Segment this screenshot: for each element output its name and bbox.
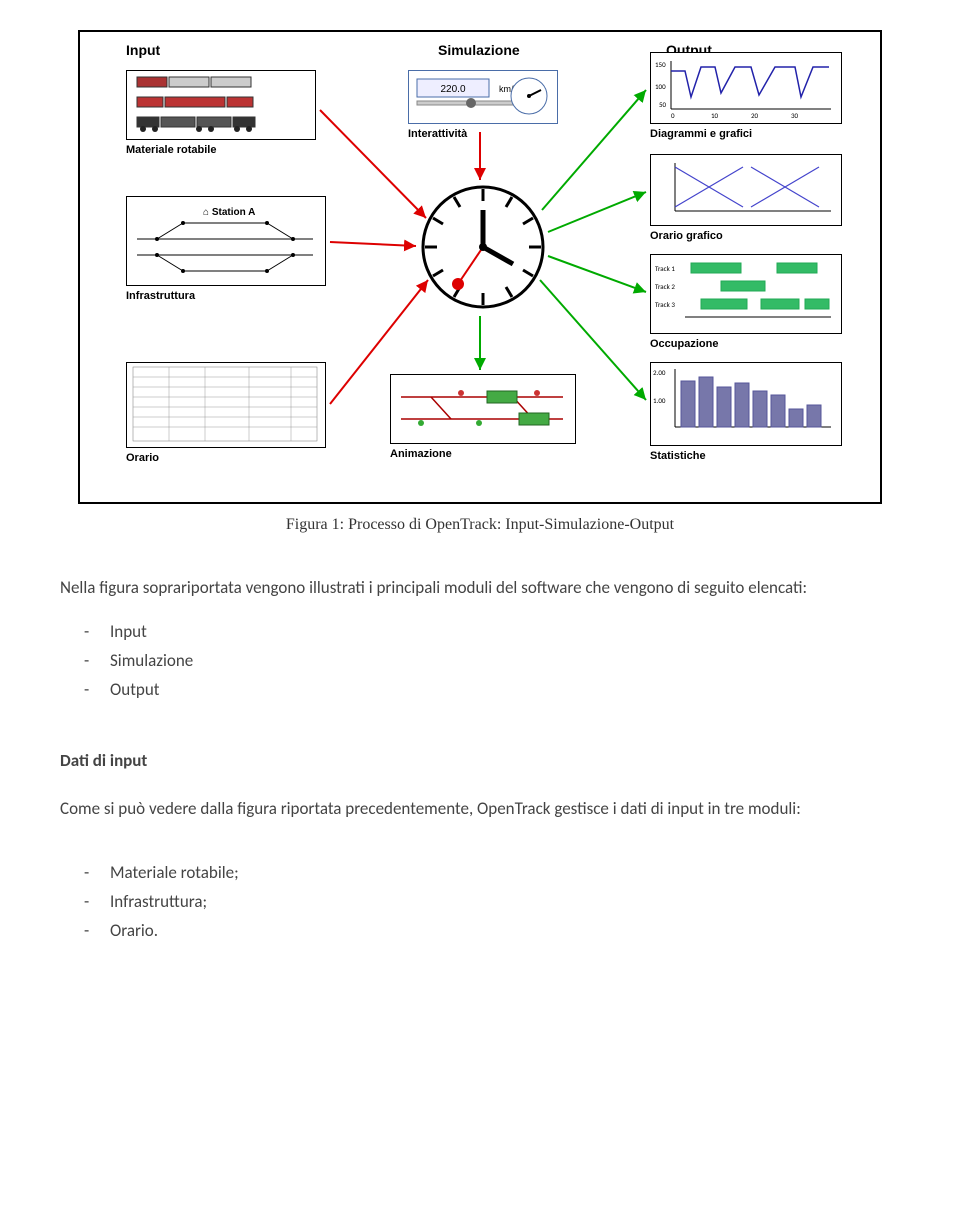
list-item: Output	[110, 679, 900, 700]
train-icon	[127, 71, 313, 137]
label-interactivity: Interattività	[408, 128, 467, 140]
box-statistics: 2.00 1.00	[650, 362, 842, 446]
svg-text:100: 100	[655, 82, 666, 91]
list-item: Input	[110, 621, 900, 642]
box-interactivity: 220.0 km/h	[408, 70, 558, 124]
svg-text:Track 1: Track 1	[655, 264, 675, 273]
box-timetable	[126, 362, 326, 448]
list-item: Orario.	[110, 920, 900, 941]
box-diagrams: 150 100 50 0 10 20 30	[650, 52, 842, 124]
list-item: Materiale rotabile;	[110, 862, 900, 883]
label-graphic-tt: Orario grafico	[650, 230, 723, 242]
gantt-icon: Track 1 Track 2 Track 3	[651, 255, 839, 331]
figure-caption: Figura 1: Processo di OpenTrack: Input-S…	[60, 516, 900, 534]
svg-text:150: 150	[655, 60, 666, 69]
svg-text:30: 30	[791, 111, 799, 120]
col-header-sim: Simulazione	[438, 42, 520, 58]
label-timetable: Orario	[126, 452, 159, 464]
box-infrastructure: ⌂ Station A	[126, 196, 326, 286]
svg-text:1.00: 1.00	[653, 396, 666, 405]
label-occupation: Occupazione	[650, 338, 718, 350]
box-rolling-stock	[126, 70, 316, 140]
label-diagrams: Diagrammi e grafici	[650, 128, 752, 140]
label-statistics: Statistiche	[650, 450, 706, 462]
module-list: Input Simulazione Output	[60, 621, 900, 700]
svg-text:Track 2: Track 2	[655, 282, 675, 291]
animation-icon	[391, 375, 573, 441]
svg-text:0: 0	[671, 111, 675, 120]
col-header-input: Input	[126, 42, 160, 58]
box-occupation: Track 1 Track 2 Track 3	[650, 254, 842, 334]
speedometer-icon: 220.0 km/h	[409, 71, 555, 121]
input-module-list: Materiale rotabile; Infrastruttura; Orar…	[60, 862, 900, 941]
clock-icon	[418, 182, 548, 312]
intro-paragraph: Nella figura soprariportata vengono illu…	[60, 574, 900, 601]
svg-text:2.00: 2.00	[653, 368, 666, 377]
svg-text:20: 20	[751, 111, 759, 120]
list-item: Simulazione	[110, 650, 900, 671]
label-infrastructure: Infrastruttura	[126, 290, 195, 302]
svg-text:50: 50	[659, 100, 667, 109]
label-animation: Animazione	[390, 448, 452, 460]
svg-text:220.0: 220.0	[440, 84, 465, 95]
svg-text:10: 10	[711, 111, 719, 120]
section-paragraph: Come si può vedere dalla figura riportat…	[60, 795, 900, 822]
track-layout-icon: ⌂ Station A	[127, 197, 323, 283]
label-rolling-stock: Materiale rotabile	[126, 144, 216, 156]
list-item: Infrastruttura;	[110, 891, 900, 912]
svg-text:Track 3: Track 3	[655, 300, 675, 309]
station-label: ⌂ Station A	[203, 207, 255, 218]
line-chart-icon: 150 100 50 0 10 20 30	[651, 53, 839, 121]
box-animation	[390, 374, 576, 444]
bar-chart-icon: 2.00 1.00	[651, 363, 839, 443]
timetable-table-icon	[127, 363, 323, 445]
box-graphic-timetable	[650, 154, 842, 226]
section-heading: Dati di input	[60, 750, 900, 771]
process-diagram: Input Simulazione Output Materiale rotab…	[78, 30, 882, 504]
crossline-chart-icon	[651, 155, 839, 223]
